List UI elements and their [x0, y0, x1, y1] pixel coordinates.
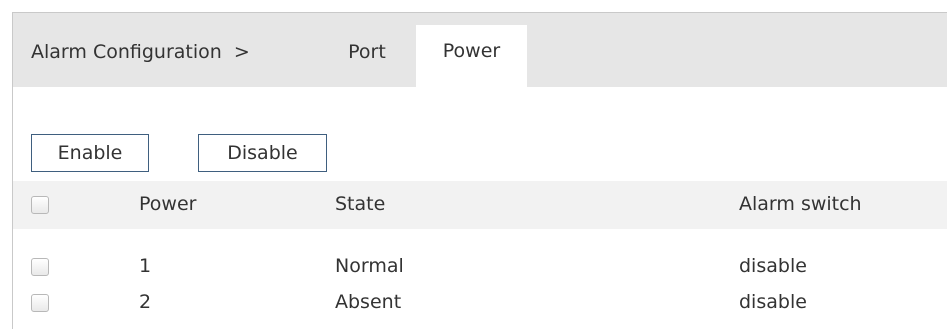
- table-header: Power State Alarm switch: [13, 181, 947, 229]
- power-state: Absent: [335, 291, 402, 313]
- column-header-power: Power: [139, 193, 197, 215]
- table-row: 1 Normal disable: [13, 251, 947, 287]
- tab-bar: Alarm Configuration > Port Power: [13, 13, 947, 87]
- table-row: 2 Absent disable: [13, 287, 947, 323]
- alarm-switch-value: disable: [739, 255, 807, 277]
- breadcrumb-separator: >: [233, 41, 250, 63]
- select-all-checkbox[interactable]: [31, 196, 49, 214]
- enable-button[interactable]: Enable: [31, 134, 149, 172]
- breadcrumb: Alarm Configuration >: [31, 41, 250, 63]
- breadcrumb-title: Alarm Configuration: [31, 41, 222, 63]
- tab-port[interactable]: Port: [322, 13, 412, 87]
- tab-power[interactable]: Power: [416, 25, 527, 87]
- disable-button[interactable]: Disable: [198, 134, 327, 172]
- row-checkbox[interactable]: [31, 258, 49, 276]
- power-id: 1: [139, 255, 152, 277]
- power-id: 2: [139, 291, 152, 313]
- alarm-switch-value: disable: [739, 291, 807, 313]
- power-state: Normal: [335, 255, 404, 277]
- alarm-config-panel: Alarm Configuration > Port Power Enable D…: [12, 12, 947, 329]
- column-header-state: State: [335, 193, 386, 215]
- row-checkbox[interactable]: [31, 294, 49, 312]
- column-header-alarm-switch: Alarm switch: [739, 193, 862, 215]
